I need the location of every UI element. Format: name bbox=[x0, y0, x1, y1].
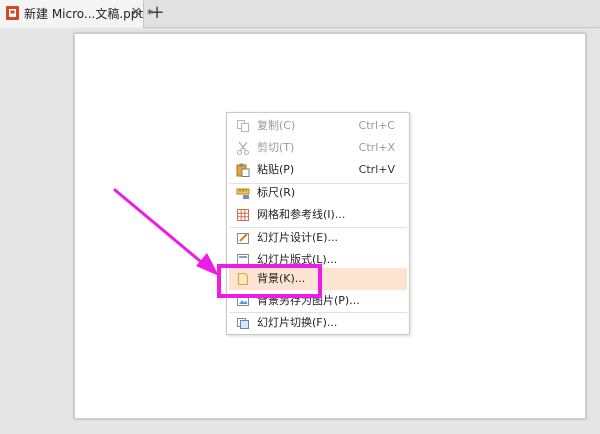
annotation-arrow bbox=[113, 188, 219, 276]
